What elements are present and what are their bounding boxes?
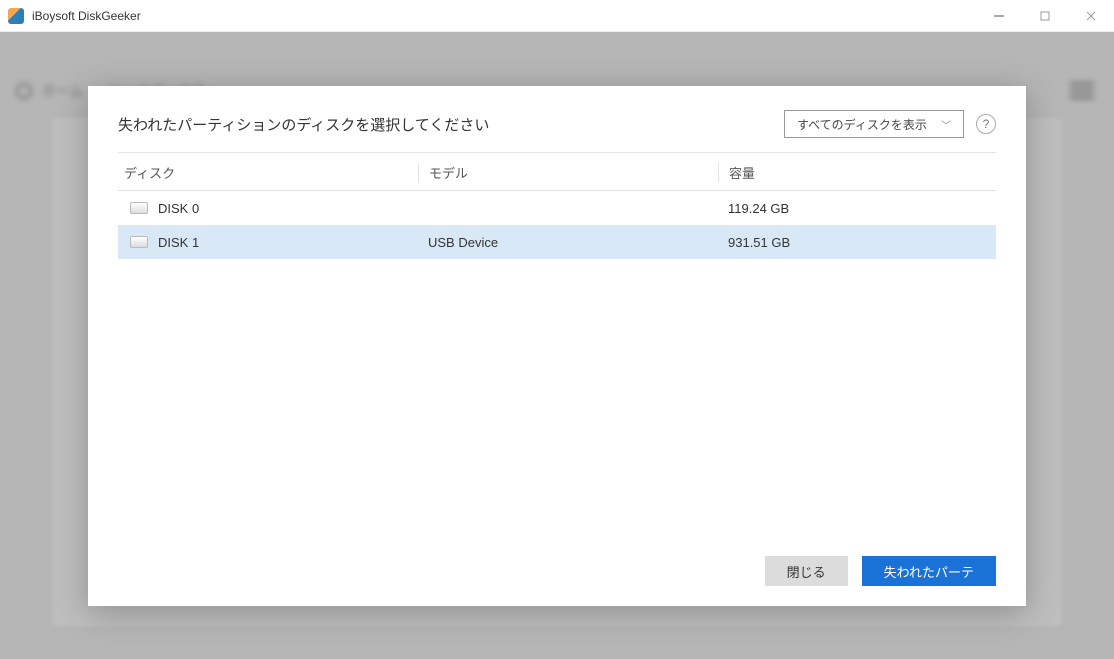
table-row[interactable]: DISK 0 119.24 GB [118, 191, 996, 225]
disk-name: DISK 1 [158, 235, 199, 250]
minimize-icon [994, 11, 1004, 21]
chevron-down-icon: ﹀ [941, 117, 951, 132]
titlebar: iBoysoft DiskGeeker [0, 0, 1114, 32]
select-disk-modal: 失われたパーティションのディスクを選択してください すべてのディスクを表示 ﹀ … [88, 86, 1026, 606]
filter-label: すべてのディスクを表示 [797, 116, 927, 133]
close-modal-button[interactable]: 閉じる [765, 556, 848, 586]
table-header: ディスク モデル 容量 [118, 153, 996, 191]
disk-name: DISK 0 [158, 201, 199, 216]
disk-icon [130, 236, 148, 248]
table-body: DISK 0 119.24 GB DISK 1 USB Device931.51 GB [118, 191, 996, 259]
minimize-button[interactable] [976, 0, 1022, 31]
app-icon [8, 8, 24, 24]
close-button[interactable] [1068, 0, 1114, 31]
capacity-cell: 931.51 GB [718, 235, 996, 250]
disk-cell: DISK 1 [118, 235, 418, 250]
disk-icon [130, 202, 148, 214]
modal-header: 失われたパーティションのディスクを選択してください すべてのディスクを表示 ﹀ … [118, 110, 996, 153]
window-controls [976, 0, 1114, 31]
column-model: モデル [418, 163, 718, 182]
disk-filter-select[interactable]: すべてのディスクを表示 ﹀ [784, 110, 964, 138]
model-cell: USB Device [418, 235, 718, 250]
window-title: iBoysoft DiskGeeker [32, 9, 141, 23]
help-button[interactable]: ? [976, 114, 996, 134]
modal-overlay: 失われたパーティションのディスクを選択してください すべてのディスクを表示 ﹀ … [0, 32, 1114, 659]
modal-heading: 失われたパーティションのディスクを選択してください [118, 114, 772, 135]
capacity-cell: 119.24 GB [718, 201, 996, 216]
disk-cell: DISK 0 [118, 201, 418, 216]
table-row[interactable]: DISK 1 USB Device931.51 GB [118, 225, 996, 259]
modal-footer: 閉じる 失われたパーテ [118, 540, 996, 586]
close-icon [1086, 11, 1096, 21]
recover-partition-button[interactable]: 失われたパーテ [862, 556, 996, 586]
column-capacity: 容量 [718, 163, 996, 182]
help-icon: ? [983, 117, 990, 131]
maximize-button[interactable] [1022, 0, 1068, 31]
column-disk: ディスク [118, 163, 418, 182]
maximize-icon [1040, 11, 1050, 21]
